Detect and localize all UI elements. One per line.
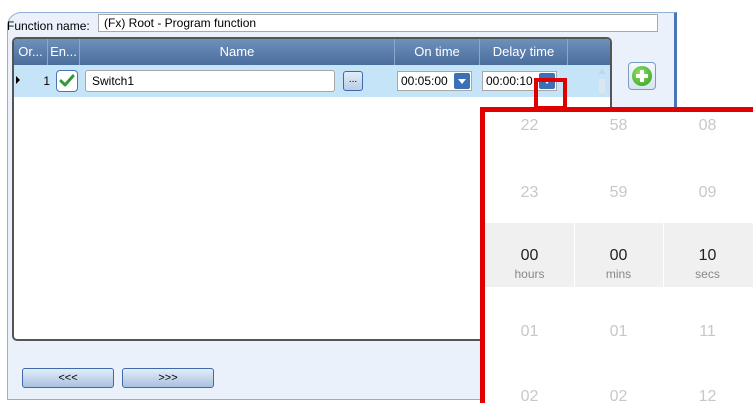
picker-option[interactable]: 01 xyxy=(485,323,574,341)
picker-selected-value[interactable]: 10 xyxy=(663,247,752,265)
col-header-name[interactable]: Name xyxy=(80,39,395,65)
col-header-on-time[interactable]: On time xyxy=(395,39,480,65)
on-time-field[interactable]: 00:05:00 xyxy=(397,71,472,91)
checkmark-icon xyxy=(59,74,75,87)
col-header-order[interactable]: Or... xyxy=(14,39,48,65)
picker-option[interactable]: 12 xyxy=(663,388,752,403)
col-header-extra xyxy=(568,39,610,65)
picker-option[interactable]: 02 xyxy=(485,388,574,403)
name-browse-button[interactable]: ... xyxy=(343,71,363,91)
picker-option[interactable]: 11 xyxy=(663,323,752,341)
picker-unit-label: mins xyxy=(605,267,632,281)
picker-unit-label: secs xyxy=(695,267,720,281)
picker-selected-value[interactable]: 00 xyxy=(574,247,663,265)
picker-option[interactable]: 08 xyxy=(663,117,752,135)
seconds-column[interactable]: 08 09 10 secs 11 12 xyxy=(663,112,752,403)
picker-unit-label: hours xyxy=(514,267,545,281)
next-button[interactable]: >>> xyxy=(122,368,214,388)
picker-option[interactable]: 22 xyxy=(485,117,574,135)
enabled-checkbox[interactable] xyxy=(56,70,78,92)
add-button[interactable] xyxy=(628,62,656,90)
picker-option[interactable]: 23 xyxy=(485,184,574,202)
previous-button[interactable]: <<< xyxy=(22,368,114,388)
time-picker-popup[interactable]: 22 23 00 hours 01 02 58 59 00 mins 01 02… xyxy=(480,107,753,403)
minutes-column[interactable]: 58 59 00 mins 01 02 xyxy=(574,112,663,403)
picker-option[interactable]: 02 xyxy=(574,388,663,403)
add-icon xyxy=(632,66,652,86)
picker-selected-value[interactable]: 00 xyxy=(485,247,574,265)
row-indicator-icon xyxy=(16,76,20,84)
col-header-delay-time[interactable]: Delay time xyxy=(480,39,568,65)
hours-column[interactable]: 22 23 00 hours 01 02 xyxy=(485,112,574,403)
chevron-down-icon[interactable] xyxy=(454,73,470,89)
col-header-enabled[interactable]: En... xyxy=(48,39,80,65)
function-name-input[interactable]: (Fx) Root - Program function xyxy=(98,14,658,32)
scroll-up-icon[interactable] xyxy=(595,65,609,95)
row-order: 1 xyxy=(43,74,50,88)
delay-dropdown-highlight xyxy=(534,78,567,110)
table-row[interactable]: 1 Switch1 ... 00:05:00 00:00:10 xyxy=(14,65,610,97)
grid-header: Or... En... Name On time Delay time xyxy=(14,39,610,65)
row-name-input[interactable]: Switch1 xyxy=(85,70,335,92)
delay-time-value: 00:00:10 xyxy=(486,74,533,88)
picker-option[interactable]: 59 xyxy=(574,184,663,202)
picker-option[interactable]: 01 xyxy=(574,323,663,341)
on-time-value: 00:05:00 xyxy=(401,74,448,88)
picker-option[interactable]: 58 xyxy=(574,117,663,135)
picker-option[interactable]: 09 xyxy=(663,184,752,202)
function-name-label: Function name: xyxy=(7,19,90,33)
